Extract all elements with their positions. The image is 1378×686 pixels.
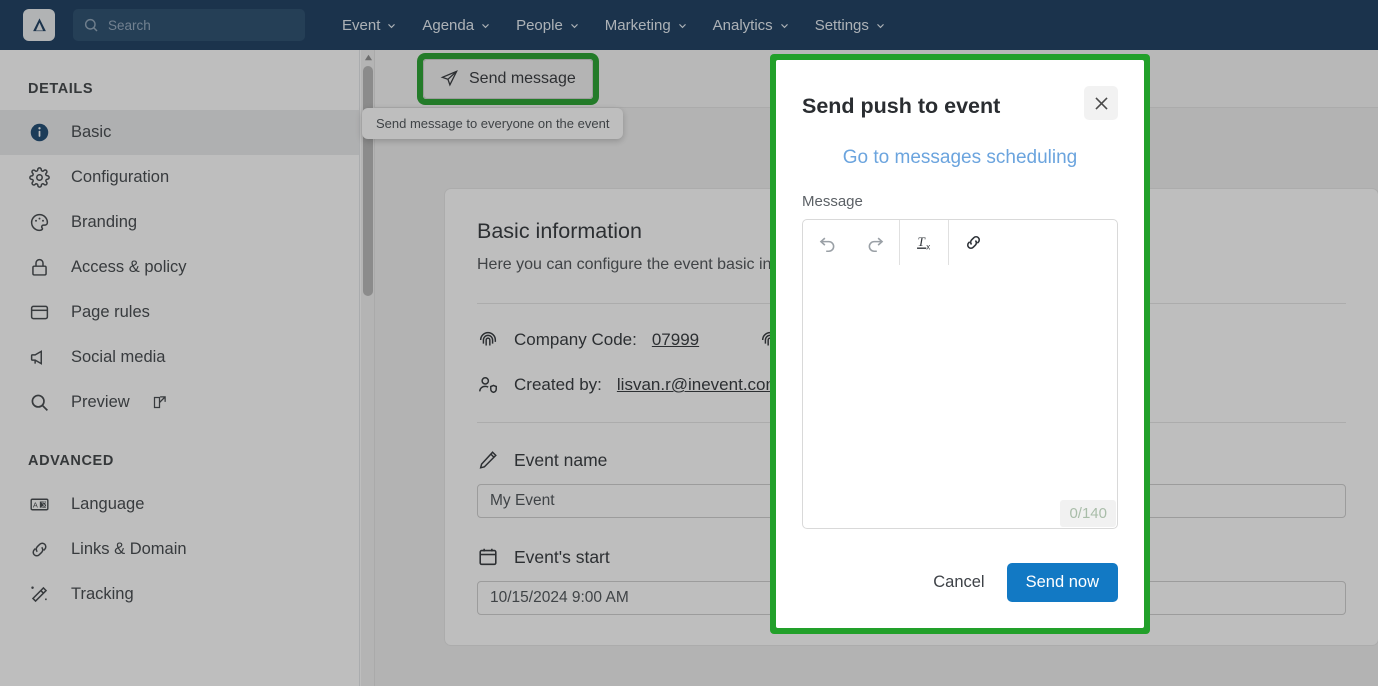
character-counter: 0/140 bbox=[1060, 500, 1116, 527]
close-button[interactable] bbox=[1084, 86, 1118, 120]
modal-backdrop[interactable] bbox=[0, 0, 1378, 686]
clear-formatting-icon: T x bbox=[916, 234, 930, 252]
modal-title: Send push to event bbox=[802, 94, 1001, 118]
svg-text:T: T bbox=[917, 234, 926, 249]
close-icon bbox=[1094, 96, 1108, 110]
undo-icon bbox=[819, 237, 834, 253]
cancel-button[interactable]: Cancel bbox=[933, 573, 984, 592]
redo-button[interactable] bbox=[851, 220, 899, 265]
modal-actions: Cancel Send now bbox=[933, 563, 1118, 602]
app-root: Event Agenda People Marketing Analytics … bbox=[0, 0, 1378, 686]
message-editor[interactable]: T x 0/140 bbox=[802, 219, 1118, 529]
link-icon bbox=[966, 236, 980, 249]
message-field-label: Message bbox=[802, 193, 863, 210]
undo-button[interactable] bbox=[803, 220, 851, 265]
redo-icon bbox=[868, 237, 883, 253]
send-push-modal: Send push to event Go to messages schedu… bbox=[776, 60, 1144, 628]
send-now-button[interactable]: Send now bbox=[1006, 563, 1118, 602]
svg-text:x: x bbox=[926, 243, 930, 252]
modal-header: Send push to event bbox=[802, 86, 1118, 120]
go-to-messages-scheduling-link[interactable]: Go to messages scheduling bbox=[802, 147, 1118, 169]
insert-link-button[interactable] bbox=[949, 220, 997, 265]
clear-formatting-button[interactable]: T x bbox=[900, 220, 948, 265]
modal-highlight-frame: Send push to event Go to messages schedu… bbox=[770, 54, 1150, 634]
editor-toolbar: T x bbox=[803, 220, 1117, 265]
